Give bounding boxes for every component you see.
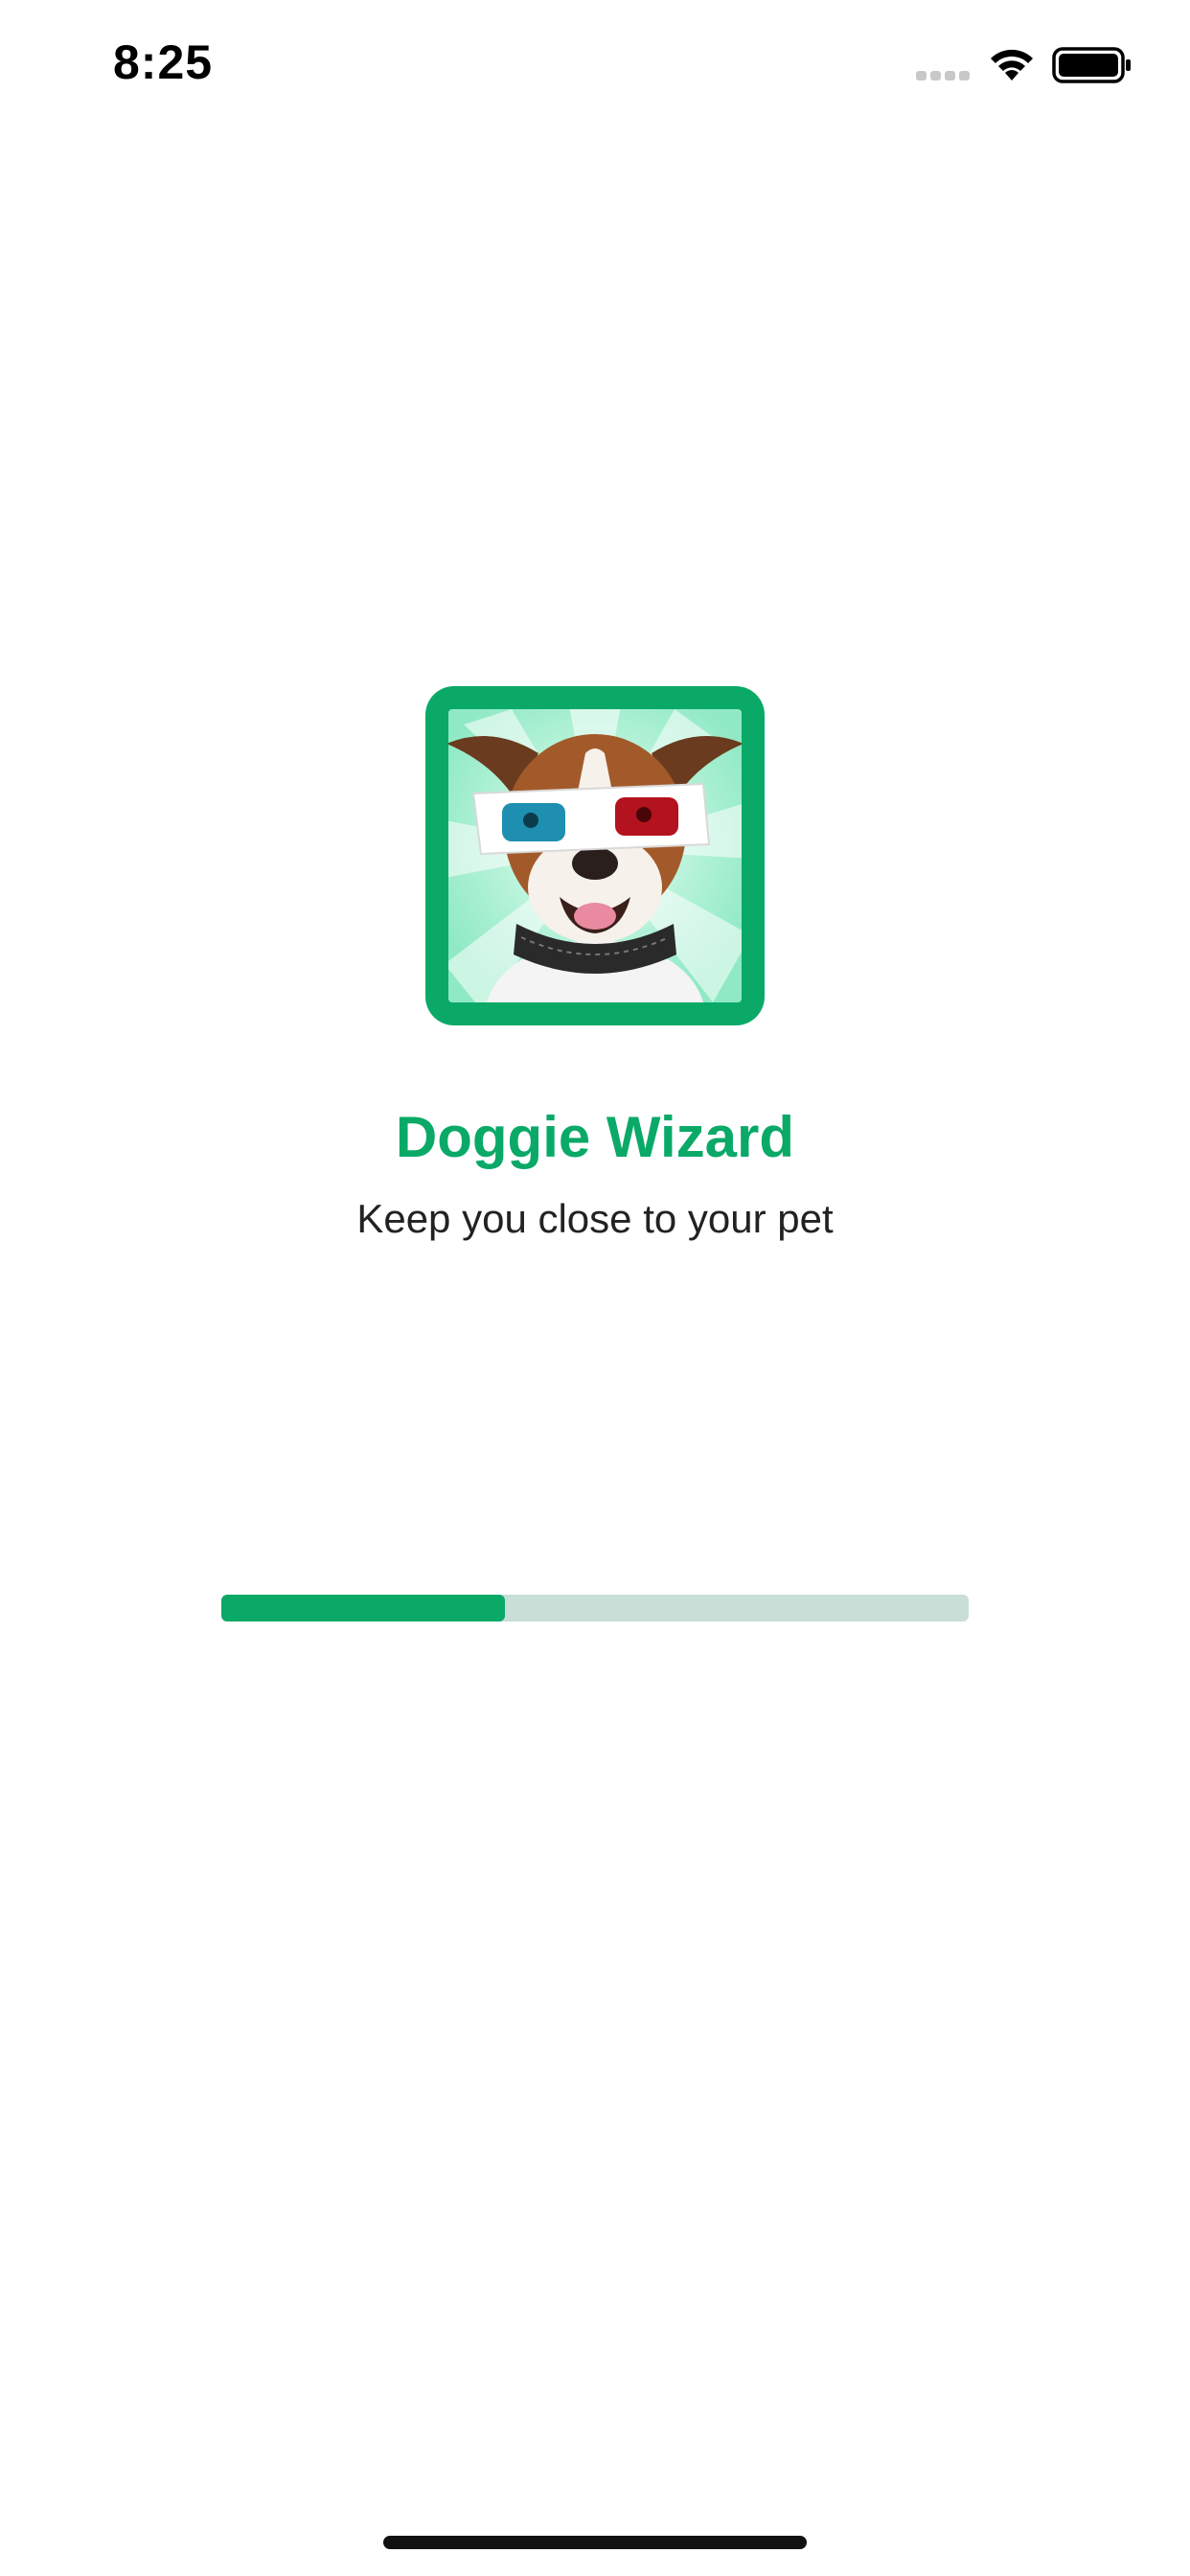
wifi-icon bbox=[991, 49, 1033, 80]
cellular-signal-icon bbox=[916, 71, 970, 80]
status-bar: 8:25 bbox=[0, 0, 1190, 126]
status-time: 8:25 bbox=[113, 35, 214, 89]
loading-progress-bar bbox=[221, 1595, 969, 1622]
dog-with-3d-glasses-icon bbox=[448, 709, 742, 1002]
battery-icon bbox=[1052, 47, 1131, 83]
loading-progress-fill bbox=[221, 1595, 506, 1622]
app-title: Doggie Wizard bbox=[395, 1105, 795, 1169]
splash-screen: 8:25 Doggie Wizard Keep you close to you… bbox=[0, 0, 1190, 2576]
app-logo bbox=[425, 686, 765, 1025]
app-tagline: Keep you close to your pet bbox=[356, 1196, 834, 1241]
home-indicator[interactable] bbox=[383, 2536, 807, 2549]
